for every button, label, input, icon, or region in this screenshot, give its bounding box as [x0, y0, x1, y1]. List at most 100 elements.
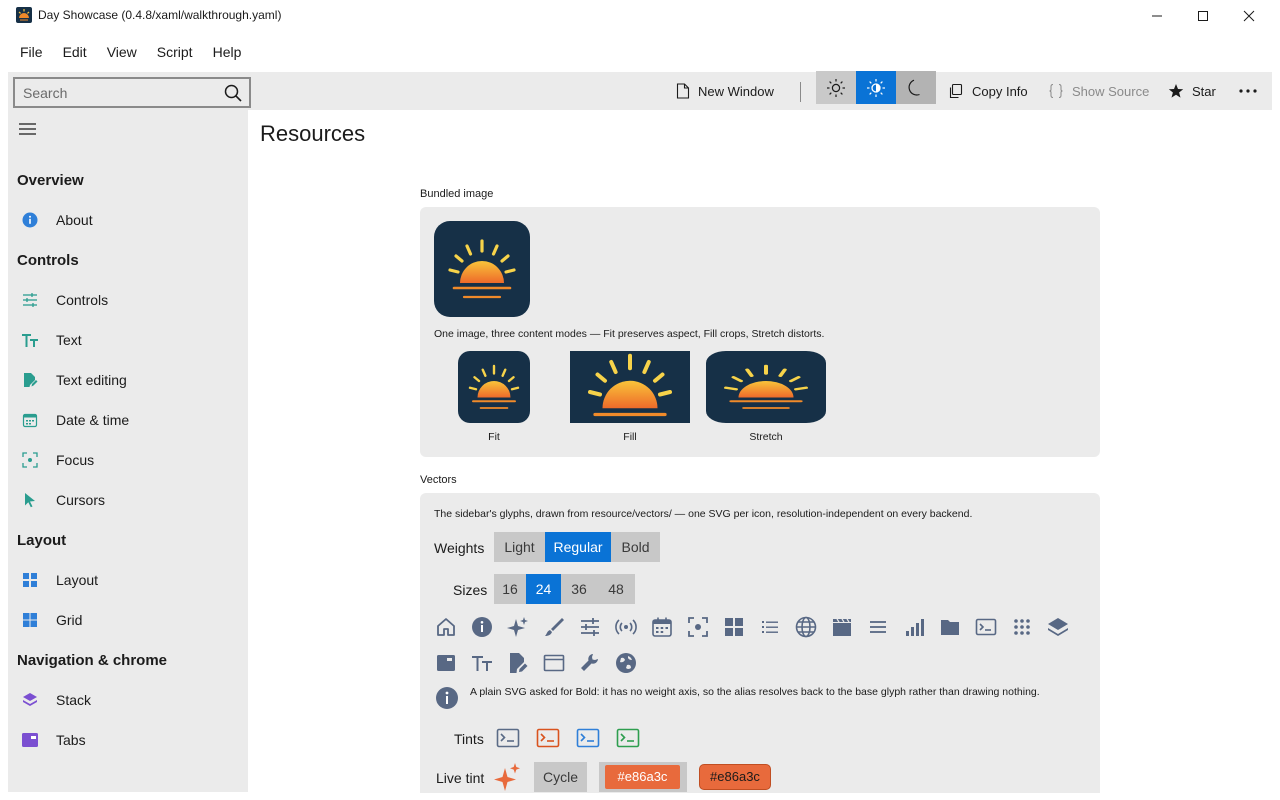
info-icon [435, 686, 459, 710]
sidebar-item-label: Stack [56, 692, 92, 708]
globe-solid-icon [613, 650, 639, 676]
more-icon [1238, 88, 1258, 94]
globe-icon [793, 614, 819, 640]
bold-fallback-note: A plain SVG asked for Bold: it has no we… [470, 686, 1040, 698]
app-logo-icon [16, 7, 32, 23]
menu-icon [865, 614, 891, 640]
copy-icon [948, 83, 964, 99]
sidebar-item-about[interactable]: About [20, 206, 240, 234]
signal-bars-icon [901, 614, 927, 640]
weights-segmented: Light Regular Bold [494, 532, 660, 562]
star-icon [1168, 83, 1184, 99]
copy-info-button[interactable]: Copy Info [948, 77, 1028, 105]
new-window-button[interactable]: New Window [676, 77, 774, 105]
menu-help[interactable]: Help [203, 38, 252, 66]
sidebar-item-date-time[interactable]: Date & time [20, 406, 240, 434]
menu-bar: File Edit View Script Help [0, 38, 251, 66]
sidebar-item-focus[interactable]: Focus [20, 446, 240, 474]
toolbar-divider [800, 82, 801, 102]
size-16-button[interactable]: 16 [494, 574, 526, 604]
tint-value-chip[interactable]: #e86a3c [605, 765, 680, 789]
stretch-caption: Stretch [749, 431, 783, 443]
sidebar-item-label: Text editing [56, 372, 127, 388]
sidebar-item-layout[interactable]: Layout [20, 566, 240, 594]
sidebar-item-label: Layout [56, 572, 99, 588]
cycle-button[interactable]: Cycle [534, 762, 587, 792]
size-48-button[interactable]: 48 [597, 574, 635, 604]
info-icon [469, 614, 495, 640]
star-button[interactable]: Star [1168, 77, 1216, 105]
size-36-button[interactable]: 36 [561, 574, 597, 604]
home-icon [433, 614, 459, 640]
sidebar-item-text-editing[interactable]: Text editing [20, 366, 240, 394]
layout-icon [20, 570, 40, 590]
menu-view[interactable]: View [97, 38, 147, 66]
terminal-icon-slate [495, 725, 521, 751]
focus-icon [685, 614, 711, 640]
show-source-label: Show Source [1072, 83, 1150, 99]
sidebar-item-stack[interactable]: Stack [20, 686, 240, 714]
theme-light-button[interactable] [816, 71, 856, 104]
sidebar-item-tabs[interactable]: Tabs [20, 726, 240, 754]
menu-edit[interactable]: Edit [53, 38, 97, 66]
moon-icon [908, 79, 920, 96]
weight-regular-button[interactable]: Regular [545, 532, 611, 562]
bundled-image-label: Bundled image [420, 188, 494, 200]
sidebar-item-text[interactable]: Text [20, 326, 240, 354]
sparkle-icon [494, 762, 522, 792]
hamburger-icon[interactable] [19, 122, 37, 136]
theme-auto-button[interactable] [856, 71, 896, 104]
sizes-label: Sizes [453, 582, 488, 598]
weight-light-button[interactable]: Light [494, 532, 545, 562]
terminal-icon-orange [535, 725, 561, 751]
sliders-icon [20, 290, 40, 310]
sidebar-group-navigation: Navigation & chrome [17, 652, 168, 669]
grid-icon [721, 614, 747, 640]
tint-swatches [495, 725, 641, 751]
minimize-btn[interactable] [1134, 0, 1180, 32]
bundled-description: One image, three content modes — Fit pre… [434, 328, 825, 340]
sidebar-item-label: Grid [56, 612, 83, 628]
more-button[interactable] [1238, 77, 1258, 105]
search-input[interactable] [23, 79, 213, 106]
list-icon [757, 614, 783, 640]
sidebar-item-label: Controls [56, 292, 109, 308]
dots-grid-icon [1009, 614, 1035, 640]
sidebar-item-controls[interactable]: Controls [20, 286, 240, 314]
text-icon [20, 330, 40, 350]
sidebar-item-grid[interactable]: Grid [20, 606, 240, 634]
film-icon [829, 614, 855, 640]
stack-icon [1045, 614, 1071, 640]
sidebar-item-label: Focus [56, 452, 95, 468]
close-button[interactable] [1226, 0, 1272, 32]
focus-icon [20, 450, 40, 470]
theme-dark-button[interactable] [896, 71, 936, 104]
minimize-dash-icon [1152, 15, 1162, 17]
sun-icon [827, 78, 845, 97]
tabs-icon [20, 730, 40, 750]
terminal-icon-blue [575, 725, 601, 751]
sidebar-item-cursors[interactable]: Cursors [20, 486, 240, 514]
sidebar-item-label: About [56, 212, 93, 228]
window-title: Day Showcase (0.4.8/xaml/walkthrough.yam… [38, 8, 282, 22]
terminal-icon [973, 614, 999, 640]
brightness-auto-icon [867, 78, 885, 97]
star-label: Star [1192, 83, 1216, 99]
cursor-icon [20, 490, 40, 510]
search-box[interactable] [13, 77, 251, 108]
tint-value-pill[interactable]: #e86a3c [699, 764, 771, 790]
weight-bold-button[interactable]: Bold [611, 532, 660, 562]
brush-icon [541, 614, 567, 640]
search-icon[interactable] [223, 83, 243, 103]
document-edit-icon [505, 650, 531, 676]
menu-script[interactable]: Script [147, 38, 203, 66]
size-24-button[interactable]: 24 [526, 574, 561, 604]
menu-file[interactable]: File [0, 38, 53, 66]
page-title: Resources [260, 121, 366, 146]
copy-info-label: Copy Info [972, 83, 1028, 99]
show-source-button[interactable]: Show Source [1048, 77, 1149, 105]
maximize-btn[interactable] [1180, 0, 1226, 32]
sidebar-item-label: Tabs [56, 732, 86, 748]
glyph-row-2 [433, 650, 639, 676]
tints-label: Tints [454, 731, 484, 747]
